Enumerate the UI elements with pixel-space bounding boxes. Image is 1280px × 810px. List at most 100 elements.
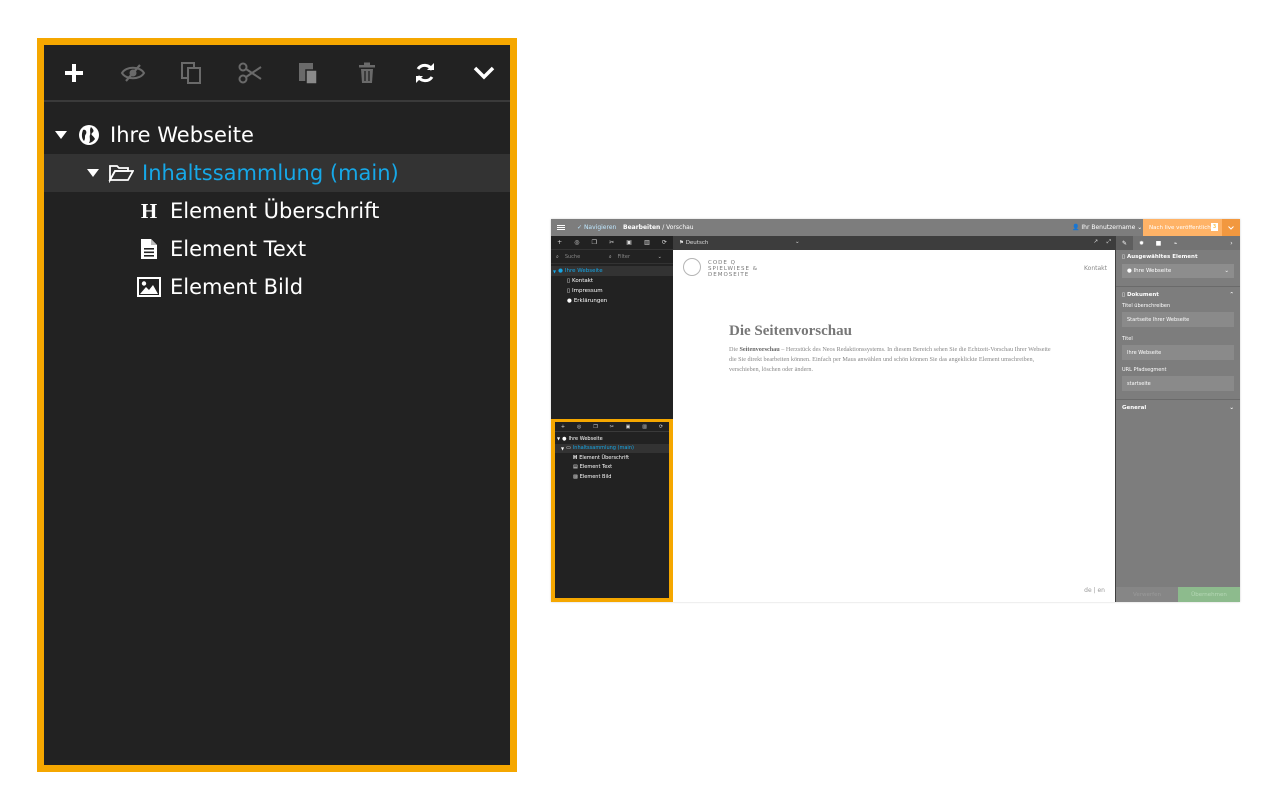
document-section-header[interactable]: ▯ Dokument ⌃ <box>1122 292 1234 298</box>
tree-node-label: Element Bild <box>170 275 304 299</box>
breadcrumb-current[interactable]: Vorschau <box>666 224 693 231</box>
paste-icon[interactable]: ▣ <box>626 239 632 246</box>
content-tree-item[interactable]: ▨ Element Bild <box>555 472 669 482</box>
page-tree-item[interactable]: ▯ Kontakt <box>551 276 673 286</box>
dimension-switcher[interactable]: ⚑ Deutsch <box>679 240 708 246</box>
page-preview: CODE Q SPIELWIESE & DEMOSEITE Kontakt Di… <box>673 250 1115 602</box>
logo-text: DEMOSEITE <box>708 272 750 278</box>
search-input[interactable]: Suche <box>565 254 609 260</box>
content-tree-highlight: + ◎ ❐ ✂ ▣ ▥ ⟳ ▼ ● Ihre Webseite ▼ ▭ Inhaltss… <box>551 419 673 602</box>
nav-link[interactable]: ✓ Navigieren <box>577 224 616 231</box>
general-section-header[interactable]: General ⌄ <box>1122 405 1234 411</box>
delete-node-button[interactable] <box>349 55 385 91</box>
site-nav-link[interactable]: Kontakt <box>1084 265 1107 272</box>
page-label: Ihre Webseite <box>564 268 603 274</box>
gear-icon[interactable]: ✹ <box>1133 236 1150 250</box>
tree-node-root[interactable]: Ihre Webseite <box>44 116 510 154</box>
content-tree-item[interactable]: H Element Überschrift <box>555 453 669 463</box>
title-label: Titel <box>1122 336 1133 342</box>
plus-icon[interactable]: + <box>557 239 562 246</box>
language-label: Deutsch <box>685 240 709 246</box>
hide-node-button[interactable] <box>115 55 151 91</box>
publish-count-badge: 3 <box>1211 223 1218 231</box>
plus-icon <box>65 63 83 82</box>
content-tree-toolbar-small: + ◎ ❐ ✂ ▣ ▥ ⟳ <box>555 422 669 432</box>
filter-icon: ⌕ <box>608 253 612 260</box>
copy-icon[interactable]: ❐ <box>593 424 597 430</box>
filter-select[interactable]: Filter <box>618 254 658 260</box>
url-segment-input[interactable]: startseite <box>1122 376 1234 391</box>
publish-dropdown-button[interactable] <box>1222 219 1240 236</box>
eye-slash-icon[interactable]: ◎ <box>577 424 581 430</box>
tree-node-text[interactable]: Element Text <box>44 230 510 268</box>
general-section-title: General <box>1122 405 1147 411</box>
caret-down-icon[interactable] <box>52 130 70 140</box>
paste-icon[interactable]: ▣ <box>626 424 631 430</box>
page-tree-toolbar: + ◎ ❐ ✂ ▣ ▥ ⟳ <box>551 236 673 250</box>
page-heading[interactable]: Die Seitenvorschau <box>729 323 852 340</box>
general-section: General ⌄ <box>1116 404 1240 419</box>
plus-icon[interactable]: + <box>561 424 565 430</box>
chevron-right-icon[interactable]: › <box>1223 236 1240 250</box>
selected-element-select[interactable]: ● Ihre Webseite ⌄ <box>1122 264 1234 278</box>
globe-icon <box>76 122 102 148</box>
caret-down-icon[interactable] <box>84 168 102 178</box>
node-label: Element Bild <box>579 473 612 480</box>
cut-icon[interactable]: ✂ <box>610 424 614 430</box>
title-override-input[interactable]: Startseite Ihrer Webseite <box>1122 312 1234 327</box>
copy-icon <box>181 61 202 84</box>
chevron-down-icon[interactable]: ⌄ <box>795 239 800 245</box>
globe-icon: ● <box>562 435 567 442</box>
content-tree-root[interactable]: ▼ ● Ihre Webseite <box>555 434 669 444</box>
copy-node-button[interactable] <box>173 55 209 91</box>
page-label: Impressum <box>572 288 603 294</box>
tree-node-image[interactable]: Element Bild <box>44 268 510 306</box>
tree-node-label: Element Überschrift <box>170 199 380 223</box>
page-tree-item[interactable]: ● Erklärungen <box>551 296 673 306</box>
publish-button[interactable]: Nach live veröffentlichen 3 <box>1143 219 1222 236</box>
file-icon: ▯ <box>567 278 571 284</box>
stop-icon[interactable]: ■ <box>1150 236 1167 250</box>
eye-slash-icon[interactable]: ◎ <box>574 239 579 246</box>
refresh-icon[interactable]: ⟳ <box>662 239 667 246</box>
content-tree: Ihre Webseite Inhaltssammlung (main) H E… <box>44 102 510 306</box>
title-input[interactable]: Ihre Webseite <box>1122 345 1234 360</box>
cut-node-button[interactable] <box>232 55 268 91</box>
breadcrumb-edit[interactable]: Bearbeiten <box>623 224 660 231</box>
external-link-icon[interactable]: ↗ <box>1093 239 1098 245</box>
menu-button[interactable] <box>551 219 571 236</box>
pencil-icon[interactable]: ✎ <box>1116 236 1133 250</box>
tree-node-collection[interactable]: Inhaltssammlung (main) <box>44 154 510 192</box>
trash-icon[interactable]: ▥ <box>642 424 647 430</box>
trash-icon[interactable]: ▥ <box>644 239 650 246</box>
search-icon: ⌕ <box>556 253 559 260</box>
cut-icon[interactable]: ✂ <box>609 239 614 246</box>
chevron-down-icon: ⌄ <box>1229 405 1234 411</box>
tree-node-label: Element Text <box>170 237 307 261</box>
collapse-panel-button[interactable] <box>466 55 502 91</box>
divider <box>1116 399 1240 400</box>
language-switch[interactable]: de | en <box>1084 587 1105 594</box>
info-icon: ● <box>567 298 572 304</box>
zoomed-content-tree-panel: Ihre Webseite Inhaltssammlung (main) H E… <box>37 38 517 772</box>
file-text-icon <box>136 236 162 262</box>
chevron-down-icon <box>1228 225 1234 230</box>
page-tree-search: ⌕ Suche ⌕ Filter ⌄ <box>551 250 673 264</box>
copy-icon[interactable]: ❐ <box>592 239 597 246</box>
paste-node-button[interactable] <box>290 55 326 91</box>
paste-icon <box>299 62 318 85</box>
apply-button[interactable]: Übernehmen <box>1178 587 1240 602</box>
user-menu[interactable]: 👤 Ihr Benutzername ⌄ <box>1072 224 1142 231</box>
page-tree-item[interactable]: ▯ Impressum <box>551 286 673 296</box>
discard-button[interactable]: Verwerfen <box>1116 587 1178 602</box>
refresh-tree-button[interactable] <box>407 55 443 91</box>
add-node-button[interactable] <box>56 55 92 91</box>
fullscreen-icon[interactable]: ⤢ <box>1107 239 1111 246</box>
tree-node-headline[interactable]: H Element Überschrift <box>44 192 510 230</box>
refresh-icon[interactable]: ⟳ <box>659 424 663 430</box>
chart-icon[interactable]: ⌁ <box>1167 236 1184 250</box>
content-tree-collection[interactable]: ▼ ▭ Inhaltssammlung (main) <box>555 443 669 453</box>
page-paragraph[interactable]: Die Seitenvorschau – Herzstück des Neos … <box>729 345 1059 375</box>
content-tree-item[interactable]: ▤ Element Text <box>555 463 669 473</box>
page-tree-root[interactable]: ▼ ● Ihre Webseite <box>551 266 673 276</box>
